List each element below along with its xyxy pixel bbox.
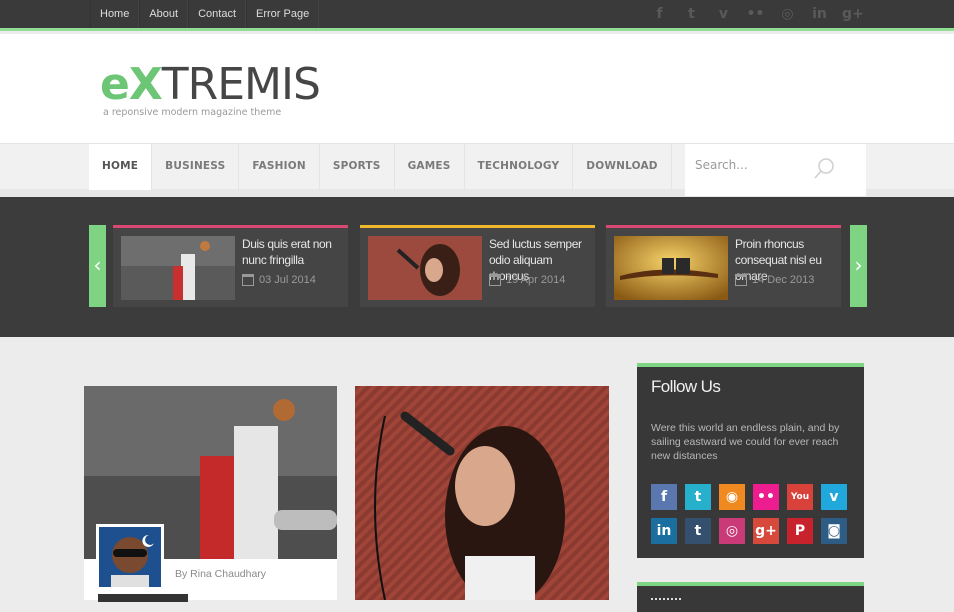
top-social-links: f t v •• ◎ in g+ [650,6,864,23]
flickr-icon[interactable]: •• [746,6,765,23]
social-icons-grid: f t ◉ •• You v in t ◎ g+ P ◙ [651,484,856,544]
nav-item-business[interactable]: BUSINESS [152,144,240,190]
post-card[interactable]: By Rina Chaudhary [84,386,337,602]
slide-thumbnail-singer [368,236,482,300]
calendar-icon [242,274,254,286]
rss-icon[interactable]: ◉ [719,484,745,510]
google-plus-icon[interactable]: g+ [842,6,864,23]
slide-date: 19 Apr 2014 [489,274,565,286]
slider-next-button[interactable]: › [850,225,867,307]
slide-thumbnail-basketball [121,236,235,300]
pinterest-icon[interactable]: P [787,518,813,544]
post-card[interactable] [355,386,609,606]
flickr-icon[interactable]: •• [753,484,779,510]
instagram-icon[interactable]: ◙ [821,518,847,544]
post-title[interactable] [98,594,188,602]
top-nav-error-page[interactable]: Error Page [246,0,320,28]
nav-item-download[interactable]: DOWNLOAD [573,144,672,190]
slide-thumbnail-elephants [614,236,728,300]
slide-date: 14 Dec 2013 [735,274,814,286]
vimeo-icon[interactable]: v [714,6,733,23]
calendar-icon [489,274,501,286]
slide-card[interactable]: Sed luctus semper odio aliquam rhoncus 1… [360,225,595,307]
nav-item-fashion[interactable]: FASHION [239,144,320,190]
main-nav: HOME BUSINESS FASHION SPORTS GAMES TECHN… [89,144,672,190]
nav-item-home[interactable]: HOME [89,144,153,190]
slide-date: 03 Jul 2014 [242,274,316,286]
slide-card[interactable]: Proin rhoncus consequat nisl eu ornare 1… [606,225,841,307]
nav-item-sports[interactable]: SPORTS [320,144,395,190]
twitter-icon[interactable]: t [685,484,711,510]
top-bar: Home About Contact Error Page f t v •• ◎… [0,0,954,31]
author-avatar[interactable] [96,524,164,590]
vimeo-icon[interactable]: v [821,484,847,510]
slide-title[interactable]: Duis quis erat non nunc fringilla [242,236,342,268]
calendar-icon [735,274,747,286]
slide-date-text: 03 Jul 2014 [259,274,316,286]
dribbble-icon[interactable]: ◎ [778,6,797,23]
search-box [685,144,866,196]
slide-date-text: 14 Dec 2013 [752,274,815,286]
nav-item-games[interactable]: GAMES [395,144,465,190]
widget-title [651,598,681,604]
widget-title: Follow Us [651,377,721,396]
facebook-icon[interactable]: f [650,6,669,23]
site-logo[interactable]: eXTREMIS [100,59,321,110]
second-widget [637,582,864,612]
widget-description: Were this world an endless plain, and by… [651,422,840,462]
facebook-icon[interactable]: f [651,484,677,510]
follow-us-widget: Follow Us Were this world an endless pla… [637,363,864,558]
post-byline: By Rina Chaudhary [175,568,267,580]
main-navbar: HOME BUSINESS FASHION SPORTS GAMES TECHN… [0,143,954,197]
top-nav-home[interactable]: Home [90,0,140,28]
google-plus-icon[interactable]: g+ [753,518,779,544]
site-tagline: a reponsive modern magazine theme [103,107,282,118]
linkedin-icon[interactable]: in [810,6,829,23]
twitter-icon[interactable]: t [682,6,701,23]
site-header: eXTREMIS a reponsive modern magazine the… [0,34,954,143]
slide-card[interactable]: Duis quis erat non nunc fringilla 03 Jul… [113,225,348,307]
avatar-image [99,527,161,587]
linkedin-icon[interactable]: in [651,518,677,544]
top-nav-contact[interactable]: Contact [188,0,247,28]
post-image-singer[interactable] [355,386,609,606]
dribbble-icon[interactable]: ◎ [719,518,745,544]
search-input[interactable] [695,156,805,174]
slide-date-text: 19 Apr 2014 [506,274,566,286]
logo-accent: eX [100,59,163,110]
nav-item-technology[interactable]: TECHNOLOGY [465,144,574,190]
top-nav-about[interactable]: About [139,0,189,28]
logo-text: TREMIS [161,59,321,110]
slider-prev-button[interactable]: ‹ [89,225,106,307]
top-nav: Home About Contact Error Page [90,0,320,28]
search-icon[interactable] [813,157,835,181]
featured-slider: ‹ Duis quis erat non nunc fringilla 03 J… [0,197,954,337]
youtube-icon[interactable]: You [787,484,813,510]
tumblr-icon[interactable]: t [685,518,711,544]
